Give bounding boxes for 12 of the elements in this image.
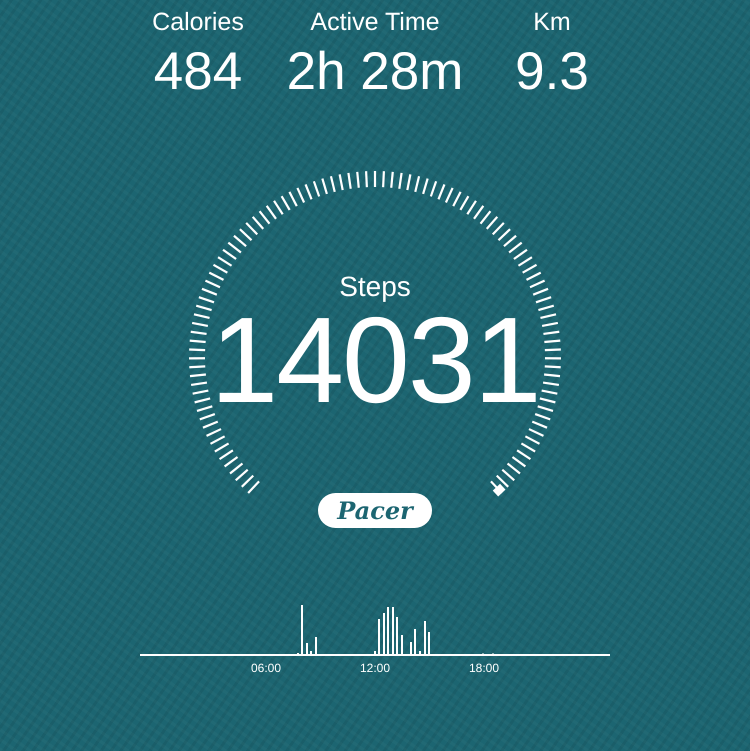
steps-label: Steps	[339, 270, 411, 304]
stat-label: Active Time	[310, 7, 440, 38]
brand-logo: Pacer	[318, 493, 432, 528]
time-label: 18:00	[468, 661, 500, 675]
time-label: 06:00	[250, 661, 282, 675]
stat-label: Calories	[152, 7, 244, 38]
time-label: 12:00	[360, 661, 390, 675]
progress-marker-icon	[492, 484, 506, 496]
stat-value: 2h 28m	[286, 42, 464, 102]
stat-value: 9.3	[515, 42, 589, 102]
stat-value: 484	[154, 42, 242, 102]
stat-label: Km	[533, 7, 571, 38]
